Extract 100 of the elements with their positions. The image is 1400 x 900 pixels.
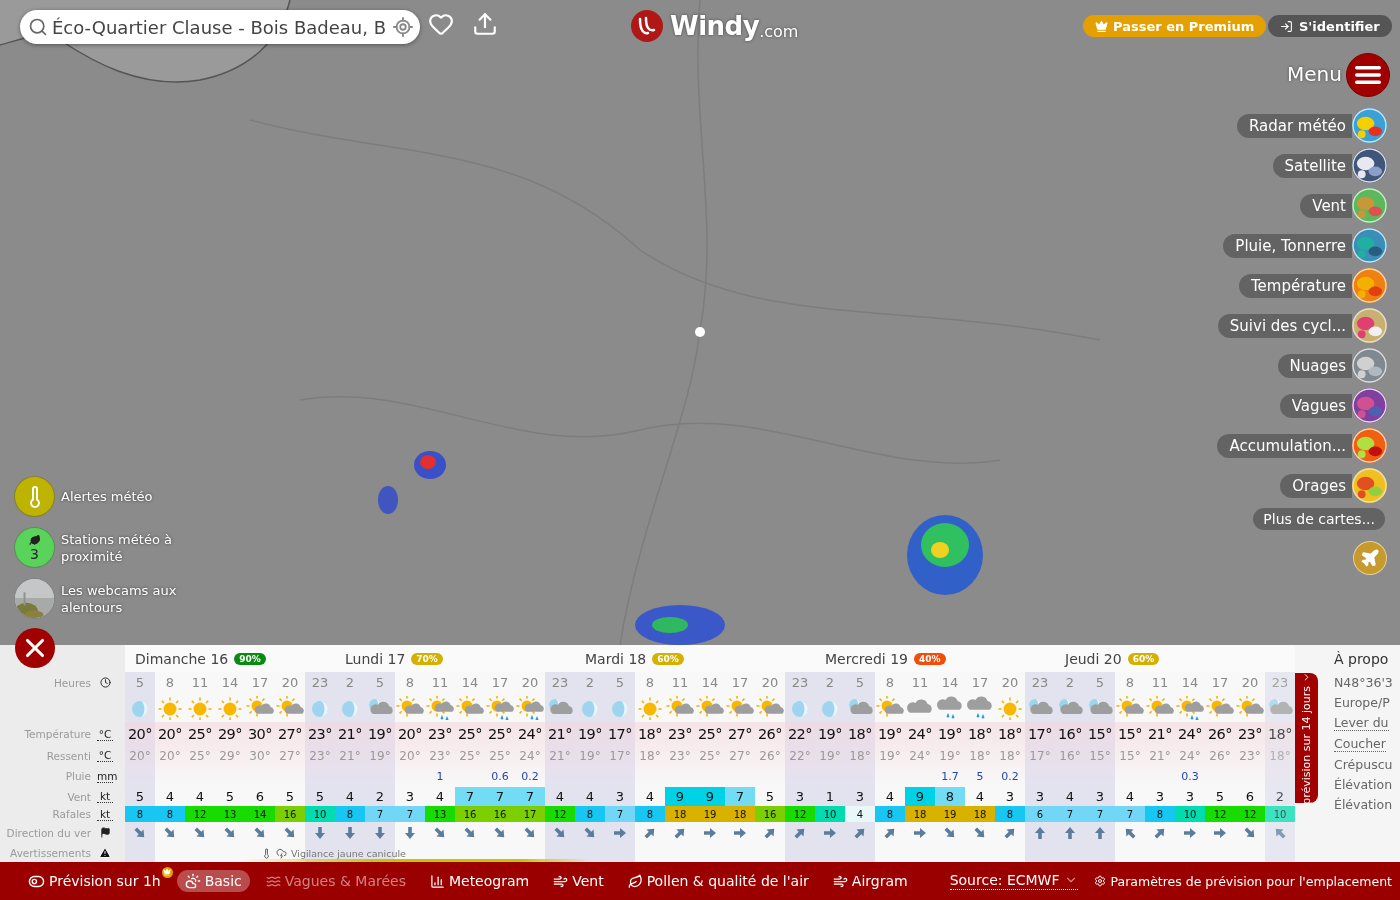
wind-speed-cell-text: 4 [1064,788,1076,806]
temperature-value: 18° [1267,726,1293,742]
feels-like-value: 18° [1269,748,1291,763]
feels-like-value: 23° [429,748,451,763]
temperature-value: 26° [757,726,783,742]
hour-label: 11 [911,675,929,690]
hour-label: 17 [251,675,269,690]
rain-value: 0.3 [1181,769,1199,783]
gust-cell: 7 [1055,806,1085,822]
sun-cloud-icon [456,695,484,720]
wind-speed-cell-text: 5 [1214,788,1226,806]
temperature-value: 24° [517,726,543,742]
feels-like-value: 18° [969,748,991,763]
temperature-value: 19° [877,726,903,742]
temperature-value: 25° [187,726,213,742]
unit-label[interactable]: kt [97,790,113,803]
hour-label: 17 [731,675,749,690]
hour-label: 5 [855,675,865,690]
unit-label[interactable]: kt [97,807,113,821]
feels-like-value: 21° [549,748,571,763]
gust-cell: 19 [695,806,725,822]
about-line: Crépuscu [1334,757,1393,772]
source-dropdown[interactable]: Source: ECMWF [949,872,1078,890]
wind-speed-cell-text: 4 [974,788,986,806]
sun-cloud-icon [756,695,784,720]
forecast-tab[interactable]: Prévision sur 1h [20,869,169,893]
feels-like-value: 25° [489,748,511,763]
long-range-tab[interactable]: prévision sur 14 jours [1295,673,1318,803]
wind-speed-cell-text: 3 [1094,788,1106,806]
wind-speed-cell: 7 [515,787,545,806]
hour-label: 14 [221,675,239,690]
hour-label: 11 [1151,675,1169,690]
forecast-tab[interactable]: Airgram [824,870,916,892]
rain-cloud-icon [966,695,994,720]
hour-label: 17 [1211,675,1229,690]
wind-speed-cell-text: 3 [1034,788,1046,806]
temperature-value: 25° [697,726,723,742]
gust-cell: 4 [845,806,875,822]
feels-like-value: 19° [819,748,841,763]
forecast-tab[interactable]: Basic [176,870,250,892]
temperature-value: 29° [217,726,243,742]
wind-speed-cell: 7 [455,787,485,806]
about-line: Élévation [1334,797,1393,812]
gust-cell: 18 [725,806,755,822]
temperature-value: 15° [1087,726,1113,742]
gust-cell: 8 [575,806,605,822]
temperature-value: 23° [427,726,453,742]
temperature-value: 19° [937,726,963,742]
hour-label: 23 [791,675,809,690]
unit-label[interactable]: °C [97,749,113,762]
feels-like-value: 19° [939,748,961,763]
gust-cell: 7 [395,806,425,822]
temperature-value: 23° [307,726,333,742]
gust-cell: 18 [665,806,695,822]
temperature-value: 19° [367,726,393,742]
wind-speed-cell-text: 1 [824,788,836,806]
forecast-tab[interactable]: Pollen & qualité de l'air [619,870,817,892]
feels-like-value: 29° [219,748,241,763]
sun-rain-cloud-icon [426,695,454,720]
row-label: Rafales [52,808,91,820]
wind-speed-cell-text: 4 [884,788,896,806]
day-title: Lundi 17 [345,650,406,667]
forecast-tab[interactable]: Meteogram [421,870,538,892]
gust-cell: 10 [1175,806,1205,822]
hour-label: 23 [1271,675,1289,690]
reliability-badge: 60% [652,652,684,665]
temperature-value: 18° [997,726,1023,742]
temperature-value: 21° [547,726,573,742]
hour-label: 23 [311,675,329,690]
day-title: Mardi 18 [585,650,647,667]
wind-speed-cell: 9 [665,787,695,806]
hour-label: 20 [521,675,539,690]
hour-label: 11 [431,675,449,690]
wind-speed-cell-text: 4 [584,788,596,806]
feels-like-value: 26° [1209,748,1231,763]
gust-cell: 14 [245,806,275,822]
gust-cell: 8 [125,806,155,822]
temperature-value: 23° [667,726,693,742]
gust-cell: 18 [905,806,935,822]
wind-speed-cell-text: 4 [344,788,356,806]
settings-link[interactable]: Paramètres de prévision pour l'emplacement [1093,873,1392,889]
gust-cell: 7 [1085,806,1115,822]
sun-cloud-icon [1206,695,1234,720]
feels-like-value: 24° [909,748,931,763]
feels-like-value: 30° [249,748,271,763]
unit-label[interactable]: °C [97,727,113,741]
wind-speed-cell: 7 [485,787,515,806]
gust-cell: 13 [215,806,245,822]
row-label: Température [24,728,91,740]
wind-speed-cell-text: 4 [164,788,176,806]
day-title: Dimanche 16 [135,650,229,667]
gust-cell: 8 [1145,806,1175,822]
hour-label: 2 [825,675,835,690]
wind-speed-cell-text: 5 [134,788,146,806]
wind-speed-cell-text: 4 [1124,788,1136,806]
gust-cell: 12 [1205,806,1235,822]
feels-like-value: 21° [339,748,361,763]
forecast-tab[interactable]: Vent [545,870,612,892]
feels-like-value: 21° [1149,748,1171,763]
warning-icon [99,846,111,859]
